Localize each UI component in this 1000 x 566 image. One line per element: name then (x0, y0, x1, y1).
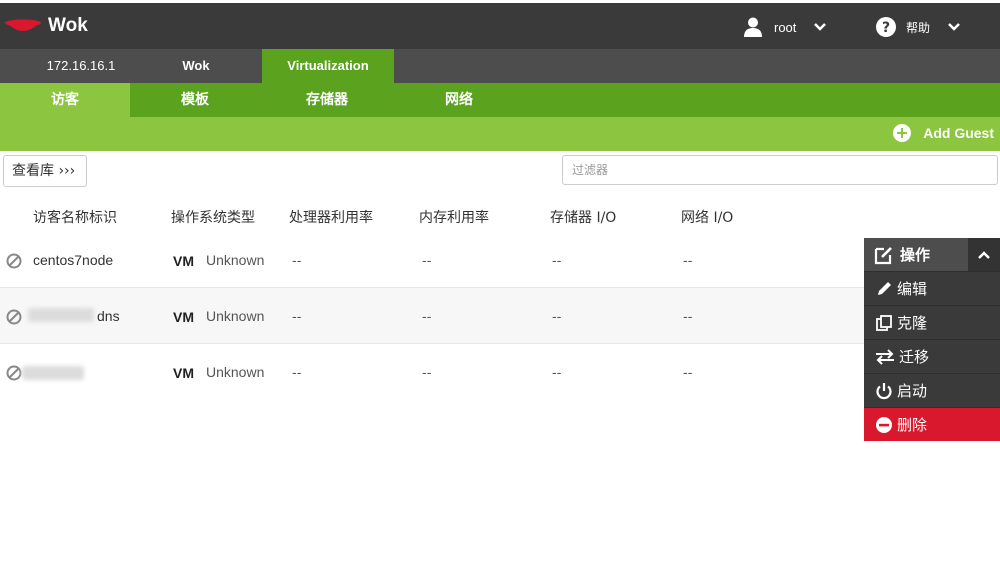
edit-square-icon (874, 246, 892, 264)
action-clone-label: 克隆 (897, 314, 928, 332)
memory-value: -- (422, 310, 432, 325)
action-bar: Add Guest (0, 117, 1000, 151)
actions-title: 操作 (900, 246, 931, 264)
tab-virtualization[interactable]: Virtualization (262, 49, 394, 83)
cpu-value: -- (292, 310, 302, 325)
tab-wok[interactable]: Wok (130, 49, 262, 83)
actions-toggle-button[interactable]: 操作 (864, 238, 1000, 271)
filter-input[interactable] (562, 155, 998, 185)
table-row[interactable]: dns VM Unknown -- -- -- -- (0, 288, 1000, 344)
wok-logo-icon[interactable] (4, 17, 42, 35)
tab-network[interactable]: 网络 (394, 83, 524, 117)
network-io-value: -- (683, 310, 693, 325)
actions-dropdown: 操作 编辑 克隆 迁移 启动 删除 (864, 238, 1000, 441)
plus-circle-icon (893, 124, 912, 142)
svg-text:?: ? (882, 20, 890, 36)
host-tab-bar: 172.16.16.1 Wok Virtualization (0, 49, 1000, 83)
guest-name: dns (97, 308, 120, 324)
column-header-os[interactable]: 操作系统类型 (171, 207, 255, 227)
table-header: 访客名称标识 操作系统类型 处理器利用率 内存利用率 存储器 I/O 网络 I/… (0, 207, 1000, 227)
redacted-name (22, 366, 84, 380)
memory-value: -- (422, 254, 432, 269)
add-guest-button[interactable]: Add Guest (893, 124, 994, 142)
chevron-down-icon (814, 23, 827, 31)
question-icon: ? (876, 17, 896, 37)
os-type: Unknown (206, 364, 265, 380)
power-icon (876, 382, 892, 399)
action-start[interactable]: 启动 (864, 373, 1000, 407)
network-io-value: -- (683, 254, 693, 269)
vm-badge: VM (173, 365, 194, 381)
cpu-value: -- (292, 254, 302, 269)
os-type: Unknown (206, 252, 265, 268)
stopped-icon (6, 309, 22, 325)
stopped-icon (6, 365, 22, 381)
column-header-memory[interactable]: 内存利用率 (419, 207, 489, 227)
column-header-name[interactable]: 访客名称标识 (33, 207, 117, 227)
help-menu[interactable]: ? 帮助 (876, 15, 960, 39)
os-type: Unknown (206, 308, 265, 324)
cpu-value: -- (292, 366, 302, 381)
tab-storage[interactable]: 存储器 (262, 83, 392, 117)
action-delete[interactable]: 删除 (864, 407, 1000, 441)
tab-templates[interactable]: 模板 (130, 83, 260, 117)
chevron-down-icon (948, 23, 960, 31)
view-gallery-button[interactable]: 查看库 ››› (3, 155, 87, 187)
storage-io-value: -- (552, 254, 562, 269)
action-start-label: 启动 (897, 382, 928, 400)
user-menu[interactable]: root (744, 15, 827, 39)
chevron-up-icon (968, 238, 1000, 271)
storage-io-value: -- (552, 366, 562, 381)
table-row[interactable]: VM Unknown -- -- -- -- (0, 344, 1000, 400)
action-edit-label: 编辑 (897, 280, 928, 298)
top-header: Wok root ? 帮助 (0, 0, 1000, 49)
minus-circle-icon (876, 416, 892, 433)
username: root (774, 19, 797, 35)
pencil-icon (878, 281, 891, 295)
action-migrate[interactable]: 迁移 (864, 339, 1000, 373)
clone-icon (876, 314, 892, 331)
guest-name: centos7node (33, 252, 114, 268)
stopped-icon (6, 253, 22, 269)
app-name[interactable]: Wok (48, 15, 88, 37)
column-header-network-io[interactable]: 网络 I/O (681, 207, 733, 227)
action-migrate-label: 迁移 (899, 348, 930, 366)
vm-badge: VM (173, 309, 194, 325)
action-edit[interactable]: 编辑 (864, 271, 1000, 305)
action-delete-label: 删除 (897, 416, 928, 434)
redacted-name (28, 308, 94, 322)
network-io-value: -- (683, 366, 693, 381)
vm-badge: VM (173, 253, 194, 269)
add-guest-label: Add Guest (923, 125, 994, 141)
column-header-storage-io[interactable]: 存储器 I/O (550, 207, 616, 227)
help-label: 帮助 (906, 20, 931, 35)
section-tab-bar: 访客 模板 存储器 网络 (0, 83, 1000, 117)
memory-value: -- (422, 366, 432, 381)
table-row[interactable]: centos7node VM Unknown -- -- -- -- (0, 232, 1000, 288)
migrate-icon (876, 348, 894, 365)
action-clone[interactable]: 克隆 (864, 305, 1000, 339)
user-icon (744, 17, 762, 37)
tab-guests[interactable]: 访客 (0, 83, 130, 117)
column-header-cpu[interactable]: 处理器利用率 (289, 207, 373, 227)
storage-io-value: -- (552, 310, 562, 325)
